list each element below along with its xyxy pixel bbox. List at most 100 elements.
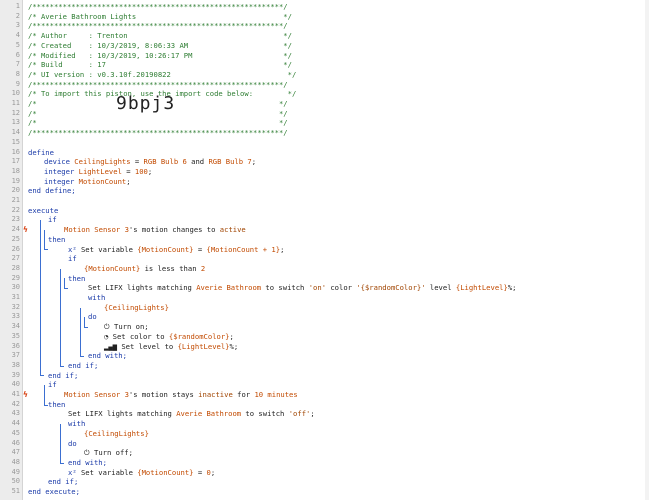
line-number: 29	[11, 273, 20, 282]
code-line[interactable]: end if;	[48, 477, 78, 487]
import-code[interactable]: 9bpj3	[116, 93, 175, 114]
line-number-gutter: 1 2 3 4 5 6 7 8 9 10 11 12 13 14 15 16 17 18 19 20 21 22 23 24 2…	[0, 0, 23, 500]
line-number: 42	[11, 399, 20, 408]
line-number: 2	[15, 11, 20, 20]
code-line[interactable]: end execute;	[28, 487, 80, 497]
condition-motion-active[interactable]: Motion Sensor 3's motion changes to acti…	[64, 225, 246, 235]
line-number: 13	[11, 118, 20, 127]
block-guide-tick	[80, 356, 84, 358]
condition-motion-inactive[interactable]: Motion Sensor 3's motion stays inactive …	[64, 390, 298, 400]
block-guide-tick	[44, 249, 48, 251]
variable-icon: x²	[68, 467, 77, 477]
variable-icon: x²	[68, 244, 77, 254]
vertical-scrollbar[interactable]	[645, 0, 649, 500]
line-number: 14	[11, 128, 20, 137]
if-keyword[interactable]: if	[48, 380, 57, 390]
then-keyword[interactable]: then	[48, 400, 65, 410]
line-number: 23	[11, 215, 20, 224]
then-keyword[interactable]: then	[68, 274, 85, 284]
end-define[interactable]: end define;	[28, 186, 76, 196]
header-modified: /* Modified : 10/3/2019, 10:26:17 PM */	[28, 50, 292, 60]
line-number: 44	[11, 419, 20, 428]
block-guide-tick	[84, 326, 88, 328]
line-number: 7	[15, 60, 20, 69]
code-line[interactable]: {CeilingLights}	[84, 429, 149, 439]
do-keyword[interactable]: do	[88, 312, 97, 322]
value: 'off'	[288, 409, 311, 419]
execute-keyword[interactable]: execute	[28, 206, 58, 216]
set-variable-increment[interactable]: x² Set variable {MotionCount} = {MotionC…	[68, 245, 284, 255]
line-number: 39	[11, 370, 20, 379]
line-number: 47	[11, 448, 20, 457]
end-if[interactable]: end if;	[68, 361, 98, 371]
device-declaration[interactable]: device CeilingLights = RGB Bulb 6 and RG…	[44, 157, 256, 167]
line-number: 3	[15, 21, 20, 30]
line-number: 17	[11, 157, 20, 166]
code-line[interactable]: with	[68, 419, 85, 429]
action-text: Set variable	[80, 467, 138, 477]
variable-ref: {MotionCount}	[84, 263, 141, 273]
line-number: 15	[11, 137, 20, 146]
variable-ref: {LightLevel}	[177, 341, 230, 351]
line-number: 4	[15, 31, 20, 40]
line-number: 10	[11, 89, 20, 98]
code-line[interactable]: end with;	[68, 458, 107, 468]
set-level-command[interactable]: ▂▄▆ Set level to {LightLevel}%;	[104, 342, 238, 352]
then-keyword[interactable]: then	[48, 235, 65, 245]
set-lifx-off[interactable]: Set LIFX lights matching Averie Bathroom…	[68, 409, 315, 419]
trigger-icon: ϟ	[23, 390, 28, 399]
header-border: /***************************************…	[28, 79, 288, 89]
block-guide-line	[44, 385, 45, 405]
line-number: 49	[11, 467, 20, 476]
condition-text: for	[232, 390, 255, 399]
define-keyword[interactable]: define	[28, 148, 54, 158]
with-keyword[interactable]: with	[88, 293, 105, 303]
value: 100	[134, 166, 148, 176]
code-line[interactable]: do	[68, 439, 77, 449]
end-if: end if;	[48, 477, 79, 487]
if-keyword[interactable]: if	[68, 254, 77, 264]
turn-on-command[interactable]: ⏻ Turn on;	[104, 322, 149, 332]
code-line[interactable]: ⏻ Turn off;	[84, 448, 133, 458]
semicolon: ;	[210, 467, 216, 477]
line-number: 50	[11, 477, 20, 486]
lightlevel-declaration[interactable]: integer LightLevel = 100;	[44, 167, 152, 177]
action-text: color	[326, 283, 357, 293]
line-number: 19	[11, 176, 20, 185]
variable-ref: {LightLevel}	[455, 283, 508, 293]
end-with: end with;	[68, 457, 107, 467]
end-with[interactable]: end with;	[88, 351, 127, 361]
line-number: 24	[11, 225, 20, 234]
line-number: 37	[11, 351, 20, 360]
variable-ref: {MotionCount}	[137, 244, 194, 254]
suffix: %;	[229, 341, 239, 351]
header-border-bottom: /***************************************…	[28, 128, 288, 138]
condition-less-than[interactable]: {MotionCount} is less than 2	[84, 264, 205, 274]
code-line[interactable]: x² Set variable {MotionCount} = 0;	[68, 468, 215, 478]
line-number: 32	[11, 302, 20, 311]
device-ref: RGB Bulb 7	[208, 157, 252, 167]
line-number: 9	[15, 79, 20, 88]
line-number: 8	[15, 69, 20, 78]
set-color-command[interactable]: ◔ Set color to {$randomColor};	[104, 332, 234, 342]
block-guide-line	[60, 423, 61, 463]
integer-keyword: integer	[44, 176, 75, 186]
semicolon: ;	[126, 176, 131, 186]
integer-keyword: integer	[44, 166, 75, 176]
variable-name: LightLevel	[78, 166, 122, 176]
device-ref[interactable]: {CeilingLights}	[104, 303, 169, 313]
end-if[interactable]: end if;	[48, 371, 78, 381]
set-lifx-on[interactable]: Set LIFX lights matching Averie Bathroom…	[88, 283, 516, 293]
block-guide-line	[60, 268, 61, 366]
line-number: 40	[11, 380, 20, 389]
line-number: 20	[11, 186, 20, 195]
operator: =	[193, 467, 207, 477]
value: 2	[200, 263, 206, 273]
motioncount-declaration[interactable]: integer MotionCount;	[44, 177, 131, 187]
semicolon: ;	[229, 331, 234, 341]
line-number: 6	[15, 50, 20, 59]
expression: {MotionCount + 1}	[206, 244, 281, 254]
if-keyword[interactable]: if	[48, 215, 57, 225]
command-text: Turn on;	[114, 322, 149, 332]
line-number: 35	[11, 331, 20, 340]
